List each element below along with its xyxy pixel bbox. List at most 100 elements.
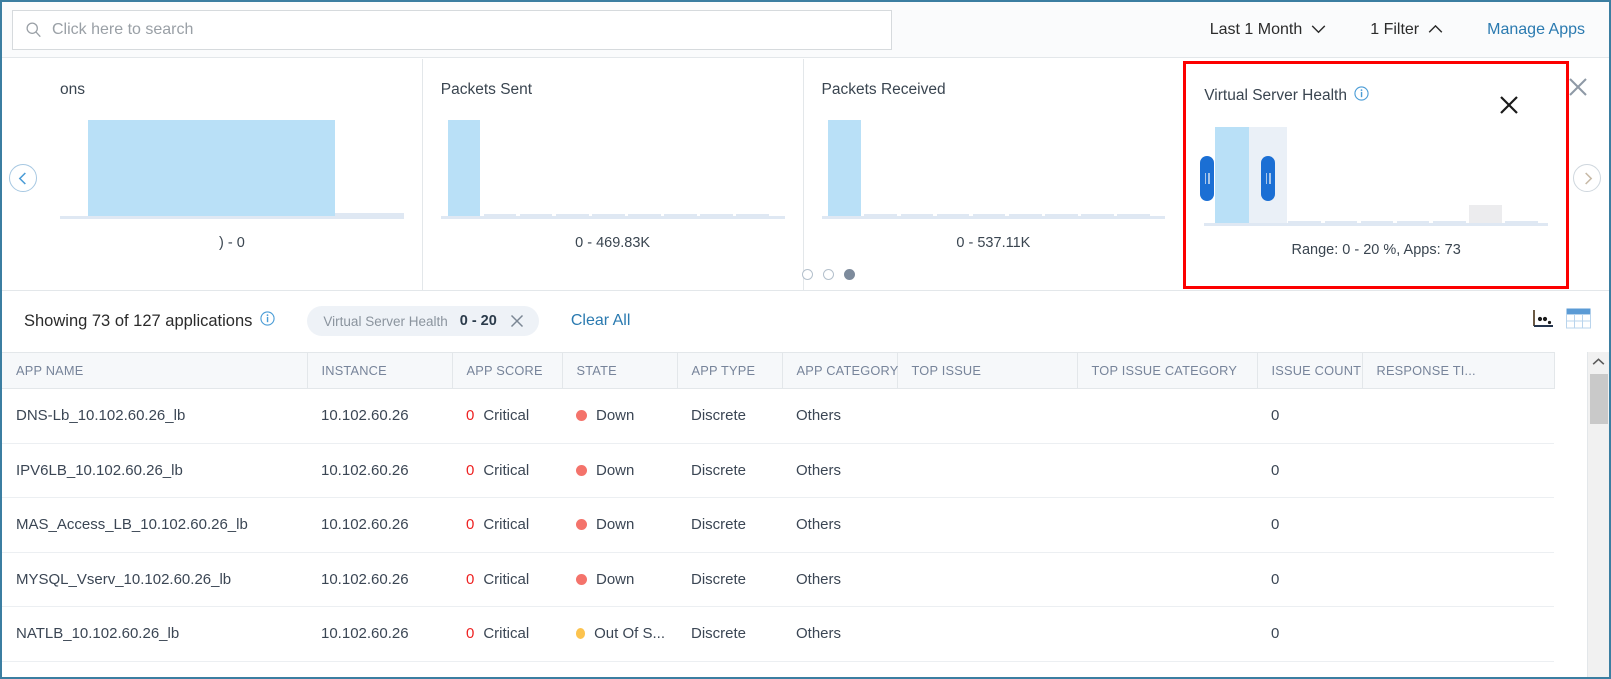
- search-box[interactable]: [12, 9, 892, 50]
- cell-issue-count: 0: [1257, 497, 1362, 553]
- table-row[interactable]: DNS-Lb_10.102.60.26_lb 10.102.60.26 0 Cri…: [2, 388, 1554, 444]
- column-header-state[interactable]: STATE: [562, 352, 678, 389]
- app-score-value: 0: [466, 516, 475, 534]
- scroll-up-button[interactable]: [1588, 352, 1609, 372]
- table-vertical-scrollbar[interactable]: [1587, 352, 1609, 677]
- clear-all-button[interactable]: Clear All: [571, 312, 631, 330]
- card-range-label: 0 - 537.11K: [956, 235, 1031, 251]
- status-dot-icon: [576, 464, 587, 476]
- chart-bar: [1468, 205, 1502, 223]
- chart-bar: [1432, 221, 1466, 223]
- close-icon[interactable]: [509, 313, 525, 329]
- chart-bar: [519, 214, 553, 216]
- card-range-slider-chart[interactable]: [1200, 126, 1548, 226]
- card-title-text: Packets Sent: [440, 81, 533, 98]
- metric-card-virtual-server-health[interactable]: Virtual Server Health Range: 0 - 20 %, A…: [1183, 61, 1569, 289]
- column-header-top-issue-category[interactable]: TOP ISSUE CATEGORY: [1077, 352, 1258, 389]
- card-title-text: Packets Received: [821, 81, 946, 98]
- filter-toggle[interactable]: 1 Filter: [1348, 21, 1465, 39]
- app-score-value: 0: [466, 407, 475, 425]
- cell-app-name: MYSQL_Vserv_10.102.60.26_lb: [2, 552, 307, 607]
- time-range-label: Last 1 Month: [1209, 20, 1303, 38]
- table-row[interactable]: MYSQL_Vserv_10.102.60.26_lb 10.102.60.26…: [2, 552, 1554, 607]
- cell-issue-count: 0: [1257, 552, 1362, 607]
- applications-table-container[interactable]: APP NAME INSTANCE APP SCORE STATE APP TY…: [2, 352, 1609, 677]
- cell-app-score: 0 Critical: [452, 388, 562, 444]
- chart-bar: [1360, 221, 1394, 223]
- state-label: Down: [596, 570, 635, 588]
- column-header-app-score[interactable]: APP SCORE: [452, 352, 563, 389]
- cell-app-category: Others: [782, 606, 897, 662]
- carousel-next-button[interactable]: [1573, 164, 1601, 192]
- cell-instance: 10.102.60.26: [307, 388, 452, 444]
- carousel-dot[interactable]: [802, 269, 813, 280]
- column-header-app-name[interactable]: APP NAME: [2, 352, 308, 389]
- chart-bar: [1081, 214, 1114, 216]
- range-slider-handle-left[interactable]: [1200, 156, 1215, 201]
- table-row[interactable]: IPV6LB_10.102.60.26_lb 10.102.60.26 0 Cri…: [2, 443, 1554, 498]
- chart-bar: [1008, 214, 1042, 216]
- column-header-issue-count[interactable]: ISSUE COUNT: [1257, 352, 1363, 389]
- chart-baseline: [60, 216, 404, 219]
- table-view-icon[interactable]: [1566, 308, 1591, 334]
- results-filter-bar: Showing 73 of 127 applications Virtual S…: [2, 292, 1609, 350]
- scrollbar-thumb[interactable]: [1590, 374, 1608, 424]
- view-mode-switcher: [1532, 308, 1591, 334]
- cell-app-type: Discrete: [677, 443, 782, 498]
- range-slider-handle-right[interactable]: [1261, 156, 1276, 201]
- card-title-text: ons: [60, 81, 85, 98]
- chart-baseline: [440, 216, 785, 219]
- carousel-prev-button[interactable]: [9, 164, 37, 192]
- info-icon[interactable]: [1354, 86, 1369, 106]
- column-header-instance[interactable]: INSTANCE: [307, 352, 453, 389]
- chart-bar: [628, 214, 661, 216]
- cell-app-name: NATLB_10.102.60.26_lb: [2, 606, 307, 662]
- strip-close-icon[interactable]: [1567, 76, 1589, 98]
- cell-response-time: [1362, 606, 1554, 662]
- cell-app-name: DNS-Lb_10.102.60.26_lb: [2, 388, 307, 444]
- manage-apps-link[interactable]: Manage Apps: [1465, 21, 1591, 39]
- table-row[interactable]: NATLB_10.102.60.26_lb 10.102.60.26 0 Crit…: [2, 606, 1554, 662]
- metric-card-packets-sent[interactable]: Packets Sent 0 - 469.83K: [421, 59, 803, 291]
- column-header-top-issue[interactable]: TOP ISSUE: [897, 352, 1078, 389]
- cell-app-score: 0 Critical: [452, 497, 562, 553]
- cell-issue-count: 0: [1257, 443, 1362, 498]
- column-header-response-time[interactable]: RESPONSE TI...: [1362, 352, 1555, 389]
- cell-app-category: Others: [782, 388, 897, 444]
- cell-response-time: [1362, 388, 1554, 444]
- chart-bar: [335, 213, 404, 216]
- cell-top-issue: [897, 552, 1077, 607]
- metric-card-packets-received[interactable]: Packets Received 0 - 537.11K: [802, 59, 1184, 291]
- cell-app-category: Others: [782, 552, 897, 607]
- column-header-app-type[interactable]: APP TYPE: [677, 352, 783, 389]
- results-count-text: Showing 73 of 127 applications: [24, 311, 253, 330]
- cell-response-time: [1362, 552, 1554, 607]
- cell-instance: 10.102.60.26: [307, 552, 452, 607]
- cell-top-issue-category: [1077, 497, 1257, 553]
- filter-toggle-label: 1 Filter: [1370, 20, 1420, 38]
- chart-bar: [1505, 221, 1538, 223]
- metric-card-connections[interactable]: ons ) - 0: [42, 59, 422, 291]
- search-input[interactable]: [52, 20, 879, 39]
- search-icon: [25, 21, 42, 38]
- cell-app-type: Discrete: [677, 388, 782, 444]
- carousel-dot-active[interactable]: [844, 269, 855, 280]
- results-count: Showing 73 of 127 applications: [24, 311, 276, 331]
- table-row[interactable]: MAS_Access_LB_10.102.60.26_lb 10.102.60.…: [2, 497, 1554, 553]
- card-close-icon[interactable]: [1498, 94, 1520, 116]
- applications-table: APP NAME INSTANCE APP SCORE STATE APP TY…: [2, 352, 1555, 662]
- cell-app-category: Others: [782, 443, 897, 498]
- chart-bar: [1396, 221, 1430, 223]
- chevron-up-icon: [1592, 358, 1605, 365]
- cell-response-time: [1362, 443, 1554, 498]
- info-icon[interactable]: [260, 311, 276, 331]
- active-filter-chip[interactable]: Virtual Server Health 0 - 20: [307, 306, 539, 336]
- time-range-selector[interactable]: Last 1 Month: [1188, 21, 1349, 39]
- chevron-up-icon: [1428, 21, 1443, 39]
- card-title: Virtual Server Health: [1204, 86, 1548, 106]
- carousel-dot[interactable]: [823, 269, 834, 280]
- top-bar: Last 1 Month 1 Filter Manage Apps: [2, 2, 1609, 58]
- app-score-label: Critical: [483, 570, 530, 588]
- column-header-app-category[interactable]: APP CATEGORY: [782, 352, 898, 389]
- scatter-chart-view-icon[interactable]: [1532, 309, 1554, 334]
